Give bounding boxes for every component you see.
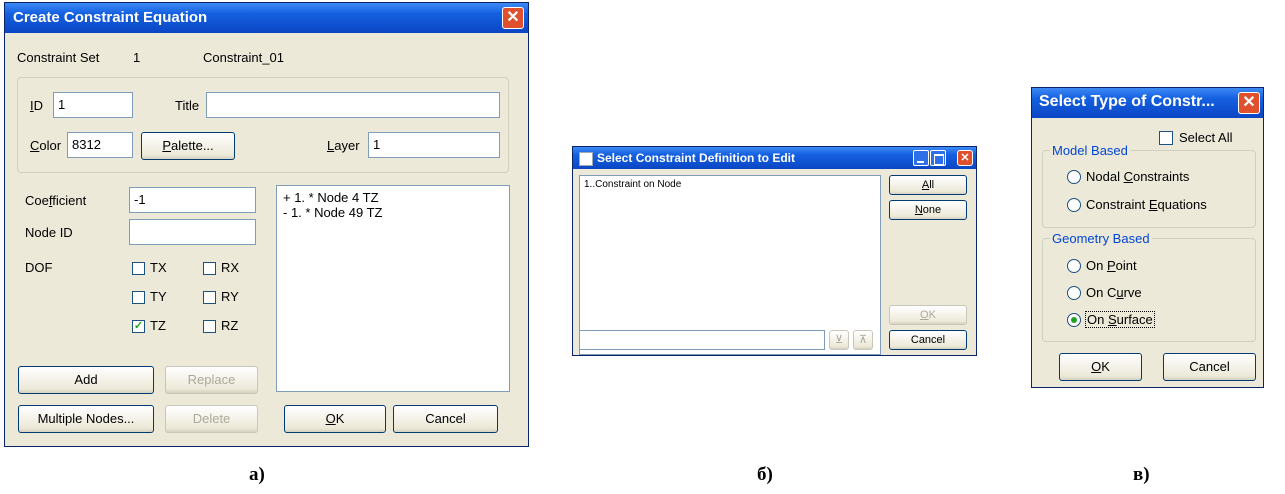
close-button[interactable]: ✕ <box>1238 92 1260 114</box>
layer-field[interactable]: 1 <box>368 132 500 158</box>
constraint-set-label: Constraint Set <box>17 50 100 65</box>
on-point-label: On Point <box>1086 258 1137 273</box>
dialog-title: Select Type of Constr... <box>1039 93 1215 110</box>
ok-button[interactable]: OK <box>889 305 967 325</box>
dof-label: DOF <box>25 260 53 275</box>
on-surface-label: On Surface <box>1085 311 1155 328</box>
constraint-equations-radio[interactable] <box>1067 198 1081 212</box>
dof-ry-label: RY <box>221 289 239 304</box>
filter-clear-icon: ⊼ <box>858 334 868 346</box>
caption-b: б) <box>757 464 773 485</box>
coefficient-field[interactable]: -1 <box>129 187 256 213</box>
maximize-button[interactable] <box>930 150 946 166</box>
dof-tz-label: TZ <box>150 318 166 333</box>
dof-rx-label: RX <box>221 260 240 275</box>
dof-tx-label: TX <box>150 260 167 275</box>
replace-button[interactable]: Replace <box>165 366 258 394</box>
nodal-constraints-radio[interactable] <box>1067 170 1081 184</box>
title-bar: Create Constraint Equation ✕ <box>5 3 528 33</box>
dialog-title: Create Constraint Equation <box>13 9 208 26</box>
color-label: Color <box>30 138 62 153</box>
id-field[interactable]: 1 <box>53 92 133 118</box>
on-point-radio[interactable] <box>1067 259 1081 273</box>
title-label: Title <box>175 98 200 113</box>
geometry-based-label: Geometry Based <box>1050 231 1152 246</box>
caption-c: в) <box>1133 464 1150 485</box>
dialog-title: Select Constraint Definition to Edit <box>597 151 796 165</box>
coefficient-label: Coefficient <box>25 193 87 208</box>
ok-button[interactable]: OK <box>284 405 386 433</box>
title-bar: Select Constraint Definition to Edit ✕ <box>573 147 976 169</box>
close-button[interactable]: ✕ <box>502 7 524 29</box>
select-type-of-constraint-dialog: Select Type of Constr... ✕ Select All Mo… <box>1031 87 1264 388</box>
dof-rz-checkbox[interactable] <box>203 320 216 333</box>
multiple-nodes-button[interactable]: Multiple Nodes... <box>18 405 154 433</box>
filter-select-icon: ⊻ <box>834 334 844 346</box>
select-constraint-definition-dialog: Select Constraint Definition to Edit ✕ 1… <box>572 146 977 356</box>
constraint-set-id: 1 <box>133 50 141 65</box>
equation-terms-list[interactable]: + 1. * Node 4 TZ - 1. * Node 49 TZ <box>276 185 510 392</box>
dof-rx-checkbox[interactable] <box>203 262 216 275</box>
on-curve-label: On Curve <box>1086 285 1142 300</box>
ok-button[interactable]: OK <box>1059 353 1142 381</box>
title-bar: Select Type of Constr... ✕ <box>1032 88 1263 118</box>
nodal-constraints-label: Nodal Constraints <box>1086 169 1190 184</box>
delete-button[interactable]: Delete <box>165 405 258 433</box>
layer-label: Layer <box>327 138 360 153</box>
constraint-set-name: Constraint_01 <box>203 50 284 65</box>
on-curve-radio[interactable] <box>1067 286 1081 300</box>
checkmark-icon: ✓ <box>133 320 144 332</box>
filter-clear-button[interactable]: ⊼ <box>853 330 873 350</box>
on-surface-radio[interactable] <box>1067 313 1081 327</box>
filter-select-button[interactable]: ⊻ <box>829 330 849 350</box>
select-all-checkbox[interactable] <box>1159 131 1173 145</box>
color-field[interactable]: 8312 <box>67 132 133 158</box>
model-based-group <box>1042 150 1256 228</box>
caption-a: а) <box>249 464 265 485</box>
radio-selected-dot <box>1071 317 1077 323</box>
select-all-label: Select All <box>1179 130 1233 145</box>
cancel-button[interactable]: Cancel <box>889 330 967 350</box>
list-item[interactable]: + 1. * Node 4 TZ <box>283 190 379 205</box>
dof-ty-label: TY <box>150 289 167 304</box>
close-button[interactable]: ✕ <box>957 150 973 166</box>
none-button[interactable]: None <box>889 200 967 220</box>
cancel-button[interactable]: Cancel <box>1163 353 1256 381</box>
close-icon: ✕ <box>960 152 970 164</box>
dof-ry-checkbox[interactable] <box>203 291 216 304</box>
list-item[interactable]: - 1. * Node 49 TZ <box>283 205 382 220</box>
dof-tx-checkbox[interactable] <box>132 262 145 275</box>
constraint-equations-label: Constraint Equations <box>1086 197 1207 212</box>
window-icon <box>579 152 593 166</box>
minimize-icon <box>917 161 924 163</box>
id-label: ID <box>30 98 44 113</box>
dof-tz-checkbox[interactable]: ✓ <box>132 320 145 333</box>
create-constraint-equation-dialog: Create Constraint Equation ✕ Constraint … <box>4 2 529 447</box>
dof-ty-checkbox[interactable] <box>132 291 145 304</box>
close-icon: ✕ <box>506 9 520 26</box>
palette-button[interactable]: Palette... <box>141 132 235 160</box>
minimize-button[interactable] <box>913 150 929 166</box>
title-field[interactable] <box>206 92 500 118</box>
constraint-definition-list[interactable]: 1..Constraint on Node <box>579 175 881 355</box>
close-icon: ✕ <box>1242 94 1256 111</box>
filter-field[interactable] <box>579 330 825 350</box>
dof-rz-label: RZ <box>221 318 239 333</box>
add-button[interactable]: Add <box>18 366 154 394</box>
list-item[interactable]: 1..Constraint on Node <box>584 179 681 190</box>
cancel-button[interactable]: Cancel <box>393 405 498 433</box>
maximize-icon <box>934 154 944 165</box>
model-based-label: Model Based <box>1050 143 1130 158</box>
all-button[interactable]: All <box>889 175 967 195</box>
node-id-label: Node ID <box>25 225 73 240</box>
node-id-field[interactable] <box>129 219 256 245</box>
